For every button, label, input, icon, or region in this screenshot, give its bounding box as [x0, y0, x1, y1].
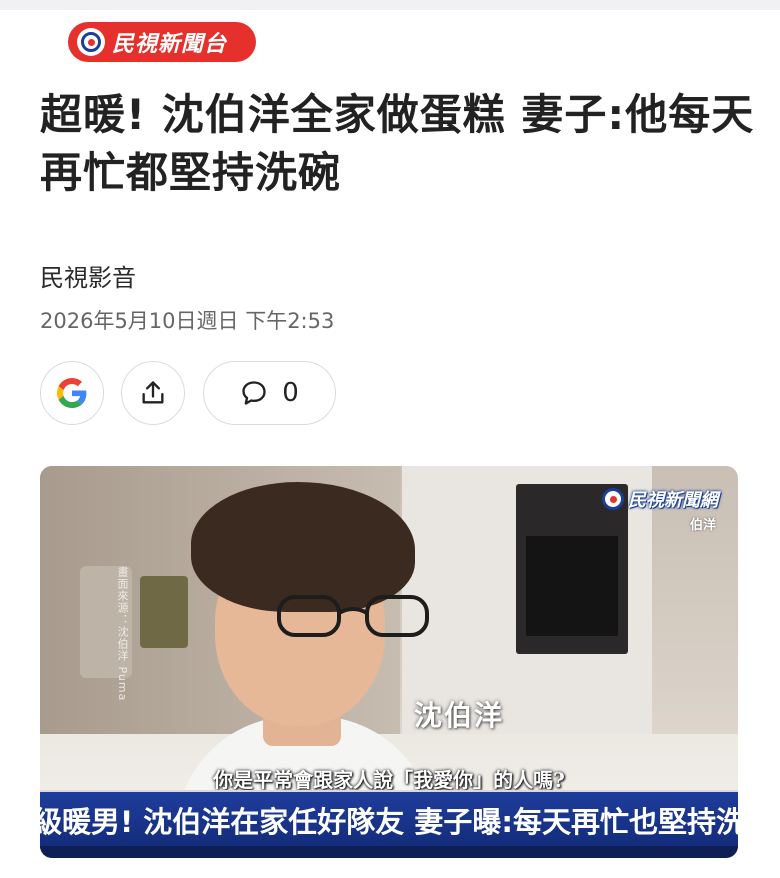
video-subtitle: 你是平常會跟家人說「我愛你」的人嗎?: [213, 768, 565, 792]
google-icon: [57, 378, 87, 408]
article-headline: 超暖! 沈伯洋全家做蛋糕 妻子:他每天再忙都堅持洗碗: [40, 90, 755, 197]
article-source[interactable]: 民視影音: [40, 258, 136, 293]
video-watermark-text: 民視新聞網: [628, 490, 718, 511]
video-watermark-sub: 伯洋: [689, 518, 716, 533]
news-banner-footer: [40, 846, 738, 858]
share-icon: [142, 381, 164, 404]
news-banner-text: 超級暖男! 沈伯洋在家任好隊友 妻子曝:每天再忙也堅持洗碗: [40, 805, 738, 839]
comment-count: 0: [282, 378, 299, 408]
news-banner: 超級暖男! 沈伯洋在家任好隊友 妻子曝:每天再忙也堅持洗碗: [40, 790, 738, 848]
comment-button[interactable]: 0: [203, 361, 336, 425]
video-side-credit: 畫面來源：沈伯洋 Puma: [116, 566, 129, 702]
ftv-emblem-icon: [77, 28, 105, 56]
status-bar-strip: [0, 0, 780, 10]
google-button[interactable]: [40, 361, 104, 425]
comment-bubble-icon: [242, 381, 266, 405]
ftv-watermark-icon: [602, 488, 624, 510]
publisher-logo[interactable]: 民視新聞台: [68, 22, 256, 62]
video-player[interactable]: 民視新聞網 伯洋 畫面來源：沈伯洋 Puma 沈伯洋 你是平常會跟家人說「我愛你…: [40, 466, 738, 858]
article-timestamp: 2026年5月10日週日 下午2:53: [40, 309, 335, 333]
share-button[interactable]: [121, 361, 185, 425]
video-watermark: 民視新聞網: [576, 484, 718, 514]
speaker-name-caption: 沈伯洋: [414, 699, 505, 732]
publisher-logo-text: 民視新聞台: [112, 32, 228, 57]
